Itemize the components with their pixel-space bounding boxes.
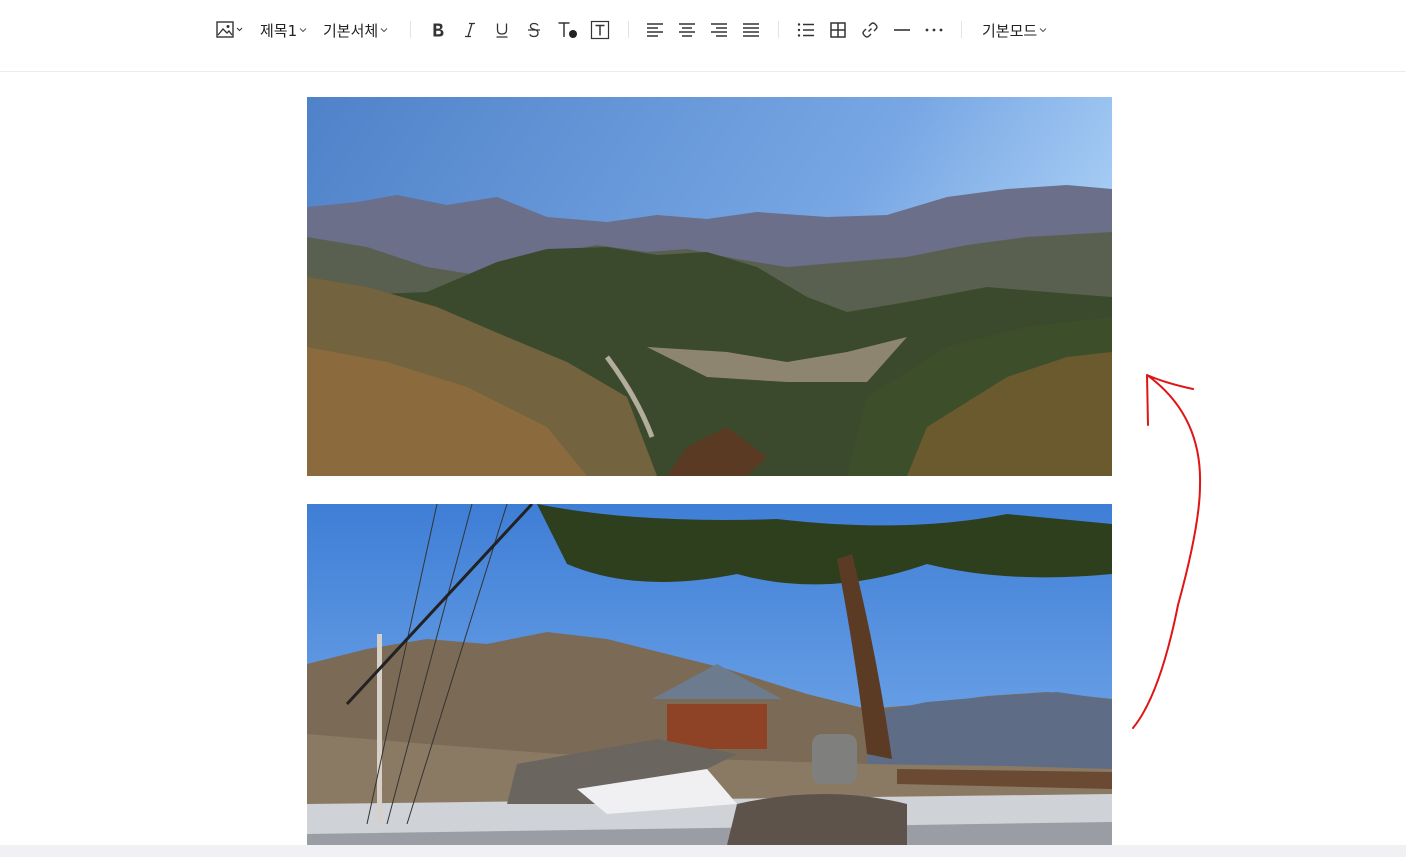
- bold-button[interactable]: [426, 16, 450, 44]
- align-left-button[interactable]: [643, 16, 667, 44]
- editor-canvas[interactable]: [0, 73, 1406, 845]
- chevron-down-icon: [380, 27, 388, 33]
- toolbar-divider: [961, 21, 962, 38]
- toolbar-divider: [410, 21, 411, 38]
- pavilion-observation-photo[interactable]: [307, 504, 1112, 845]
- strikethrough-button[interactable]: [522, 16, 546, 44]
- align-left-icon: [646, 22, 664, 38]
- toolbar-divider: [778, 21, 779, 38]
- link-button[interactable]: [858, 16, 882, 44]
- text-color-button[interactable]: [554, 16, 580, 44]
- link-icon: [861, 21, 879, 39]
- list-button[interactable]: [794, 16, 818, 44]
- bottom-bar: [0, 845, 1406, 857]
- horizontal-rule-button[interactable]: [890, 16, 914, 44]
- red-arrow-annotation: [1132, 374, 1202, 729]
- heading-select[interactable]: 제목1: [260, 16, 307, 44]
- align-right-icon: [710, 22, 728, 38]
- italic-button[interactable]: [458, 16, 482, 44]
- text-background-button[interactable]: [588, 16, 612, 44]
- list-icon: [797, 22, 815, 38]
- text-color-icon: [556, 20, 578, 40]
- align-justify-icon: [742, 22, 760, 38]
- toolbar-divider: [628, 21, 629, 38]
- align-justify-button[interactable]: [739, 16, 763, 44]
- underline-icon: [493, 21, 511, 39]
- mountain-landscape-photo[interactable]: [307, 97, 1112, 476]
- mode-select[interactable]: 기본모드: [982, 16, 1047, 44]
- chevron-down-icon: [299, 27, 307, 33]
- table-button[interactable]: [826, 16, 850, 44]
- image-icon: [214, 20, 244, 40]
- align-right-button[interactable]: [707, 16, 731, 44]
- strikethrough-icon: [525, 21, 543, 39]
- italic-icon: [461, 21, 479, 39]
- align-center-icon: [678, 22, 696, 38]
- image-insert-button[interactable]: [212, 16, 246, 44]
- text-background-icon: [590, 20, 610, 40]
- more-icon: [924, 21, 944, 39]
- horizontal-rule-icon: [893, 21, 911, 39]
- font-select[interactable]: 기본서체: [323, 16, 388, 44]
- mode-select-label: 기본모드: [982, 21, 1038, 40]
- font-select-label: 기본서체: [323, 21, 379, 40]
- bold-icon: [429, 21, 447, 39]
- editor-toolbar: 제목1 기본서체 기본모드: [0, 0, 1406, 72]
- more-button[interactable]: [922, 16, 946, 44]
- underline-button[interactable]: [490, 16, 514, 44]
- table-icon: [829, 21, 847, 39]
- align-center-button[interactable]: [675, 16, 699, 44]
- heading-select-label: 제목1: [260, 21, 298, 40]
- chevron-down-icon: [1039, 27, 1047, 33]
